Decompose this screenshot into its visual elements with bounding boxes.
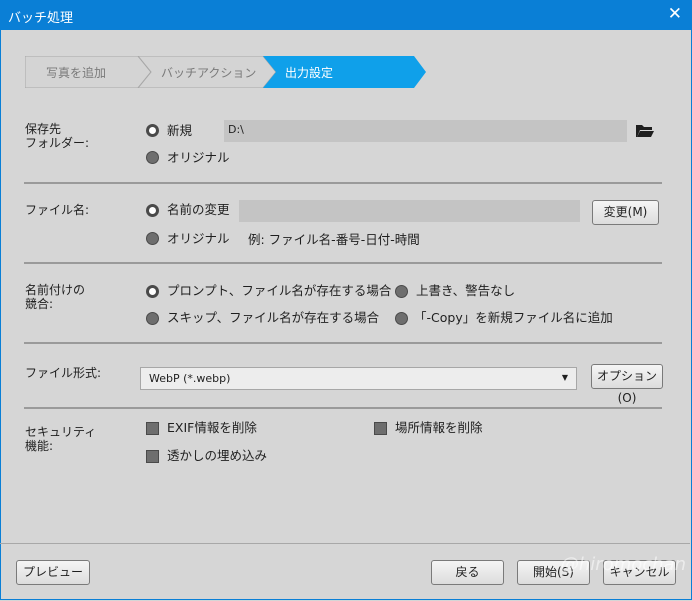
filename-rename-label: 名前の変更 — [167, 202, 230, 217]
naming-conflict-label: 名前付けの 競合: — [25, 283, 86, 311]
conflict-overwrite-label: 上書き、警告なし — [416, 283, 516, 298]
destination-original-label: オリジナル — [167, 150, 230, 165]
change-button[interactable]: 変更(M) — [592, 200, 659, 225]
window-title: バッチ処理 — [8, 11, 74, 26]
watermark-text: @hiromochan — [560, 554, 686, 575]
conflict-copy-radio[interactable] — [395, 312, 408, 325]
filename-original-radio[interactable] — [146, 232, 159, 245]
filename-rename-radio[interactable] — [146, 204, 159, 217]
file-format-value: WebP (*.webp) — [149, 372, 231, 385]
conflict-overwrite-radio[interactable] — [395, 285, 408, 298]
divider — [24, 262, 662, 264]
divider — [24, 342, 662, 344]
destination-path-field[interactable]: D:\ — [224, 120, 627, 142]
step-add-photos[interactable]: 写真を追加 — [46, 64, 106, 81]
remove-exif-checkbox[interactable] — [146, 422, 159, 435]
destination-label: 保存先 フォルダー: — [25, 122, 90, 150]
title-bar: バッチ処理 ✕ — [0, 0, 692, 30]
destination-new-radio[interactable] — [146, 124, 159, 137]
divider — [24, 407, 662, 409]
embed-watermark-label: 透かしの埋め込み — [167, 448, 268, 463]
conflict-skip-radio[interactable] — [146, 312, 159, 325]
back-button[interactable]: 戻る — [431, 560, 504, 585]
conflict-copy-label: 「-Copy」を新規ファイル名に追加 — [414, 310, 613, 325]
conflict-prompt-label: プロンプト、ファイル名が存在する場合 — [167, 283, 392, 298]
preview-button[interactable]: プレビュー — [16, 560, 90, 585]
filename-original-label: オリジナル — [167, 231, 230, 246]
security-label: セキュリティ 機能: — [25, 425, 97, 453]
filename-label: ファイル名: — [25, 203, 90, 217]
divider — [24, 182, 662, 184]
file-format-select[interactable]: WebP (*.webp) ▼ — [140, 367, 577, 390]
remove-location-checkbox[interactable] — [374, 422, 387, 435]
step-indicator: 写真を追加 バッチアクション 出力設定 — [25, 56, 427, 88]
folder-icon[interactable] — [635, 122, 655, 142]
filename-field[interactable] — [239, 200, 580, 222]
remove-location-label: 場所情報を削除 — [395, 420, 483, 435]
filename-example: 例: ファイル名-番号-日付-時間 — [248, 232, 420, 247]
options-button[interactable]: オプション(O) — [591, 364, 663, 405]
close-icon[interactable]: ✕ — [668, 4, 682, 24]
step-output-settings[interactable]: 出力設定 — [285, 64, 333, 81]
destination-new-label: 新規 — [167, 123, 193, 138]
remove-exif-label: EXIF情報を削除 — [167, 420, 257, 435]
embed-watermark-checkbox[interactable] — [146, 450, 159, 463]
file-format-label: ファイル形式: — [25, 366, 102, 380]
step-batch-actions[interactable]: バッチアクション — [161, 64, 256, 81]
chevron-down-icon: ▼ — [561, 373, 568, 382]
destination-original-radio[interactable] — [146, 151, 159, 164]
footer-divider — [0, 543, 690, 544]
conflict-skip-label: スキップ、ファイル名が存在する場合 — [167, 310, 380, 325]
conflict-prompt-radio[interactable] — [146, 285, 159, 298]
